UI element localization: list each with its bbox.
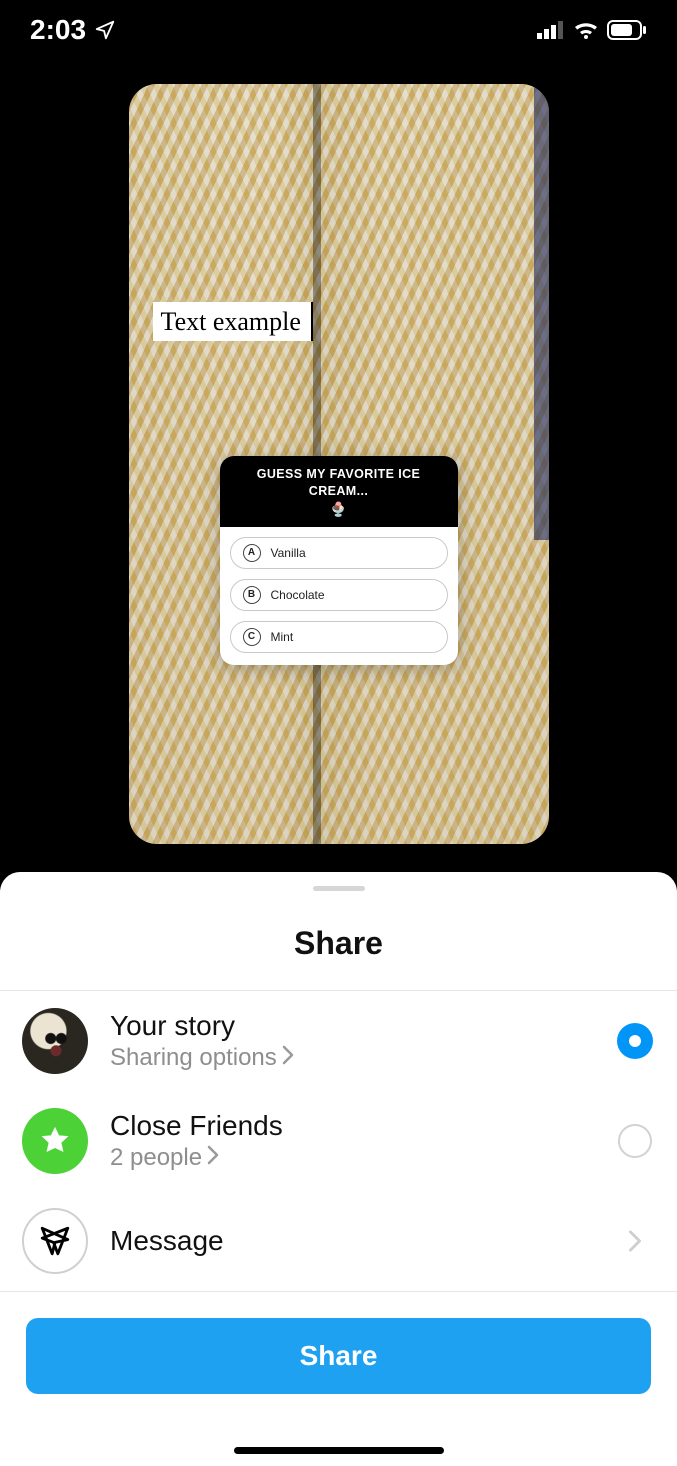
- share-sheet: Share Your story Sharing options: [0, 872, 677, 1466]
- row-title: Close Friends: [110, 1110, 593, 1142]
- wifi-icon: [573, 20, 599, 40]
- share-row-your-story[interactable]: Your story Sharing options: [0, 991, 677, 1091]
- quiz-title-text: GUESS MY FAVORITE ICE CREAM...: [257, 467, 421, 498]
- home-indicator[interactable]: [234, 1447, 444, 1454]
- status-time: 2:03: [30, 14, 86, 46]
- sheet-title: Share: [0, 925, 677, 962]
- share-row-close-friends[interactable]: Close Friends 2 people: [0, 1091, 677, 1191]
- battery-icon: [607, 20, 647, 40]
- quiz-option-a[interactable]: A Vanilla: [230, 537, 448, 569]
- row-body: Close Friends 2 people: [110, 1110, 593, 1172]
- share-row-message[interactable]: Message: [0, 1191, 677, 1291]
- ice-cream-icon: 🍨: [230, 500, 448, 519]
- row-radio[interactable]: [615, 1124, 655, 1158]
- status-left: 2:03: [30, 14, 116, 46]
- quiz-option-label: Vanilla: [271, 546, 306, 560]
- close-friends-icon: [22, 1108, 88, 1174]
- cellular-icon: [537, 21, 565, 39]
- chevron-right-icon: [281, 1044, 295, 1072]
- share-button[interactable]: Share: [26, 1318, 651, 1394]
- quiz-title: GUESS MY FAVORITE ICE CREAM... 🍨: [220, 456, 458, 527]
- story-text-overlay[interactable]: Text example: [153, 302, 313, 341]
- story-preview[interactable]: Text example GUESS MY FAVORITE ICE CREAM…: [129, 84, 549, 844]
- quiz-option-label: Chocolate: [271, 588, 325, 602]
- row-title: Message: [110, 1225, 593, 1257]
- row-radio[interactable]: [615, 1023, 655, 1059]
- row-subtitle-text: Sharing options: [110, 1044, 277, 1072]
- radio-selected-icon: [617, 1023, 653, 1059]
- quiz-options: A Vanilla B Chocolate C Mint: [220, 527, 458, 665]
- row-body: Message: [110, 1225, 593, 1257]
- chevron-right-icon: [615, 1228, 655, 1254]
- quiz-option-letter: A: [243, 544, 261, 562]
- phone-screen: 2:03 Text example GUESS MY FAVORITE ICE …: [0, 0, 677, 1466]
- radio-unselected-icon: [618, 1124, 652, 1158]
- sheet-grabber[interactable]: [313, 886, 365, 891]
- message-icon: [22, 1208, 88, 1274]
- quiz-option-letter: B: [243, 586, 261, 604]
- row-subtitle[interactable]: 2 people: [110, 1144, 593, 1172]
- quiz-sticker[interactable]: GUESS MY FAVORITE ICE CREAM... 🍨 A Vanil…: [220, 456, 458, 665]
- row-title: Your story: [110, 1010, 593, 1042]
- row-subtitle[interactable]: Sharing options: [110, 1044, 593, 1072]
- avatar: [22, 1008, 88, 1074]
- quiz-option-c[interactable]: C Mint: [230, 621, 448, 653]
- row-subtitle-text: 2 people: [110, 1144, 202, 1172]
- status-right: [537, 20, 647, 40]
- share-options-list: Your story Sharing options: [0, 990, 677, 1292]
- location-icon: [94, 19, 116, 41]
- quiz-option-letter: C: [243, 628, 261, 646]
- quiz-option-b[interactable]: B Chocolate: [230, 579, 448, 611]
- chevron-right-icon: [206, 1144, 220, 1172]
- row-body: Your story Sharing options: [110, 1010, 593, 1072]
- quiz-option-label: Mint: [271, 630, 294, 644]
- status-bar: 2:03: [0, 0, 677, 60]
